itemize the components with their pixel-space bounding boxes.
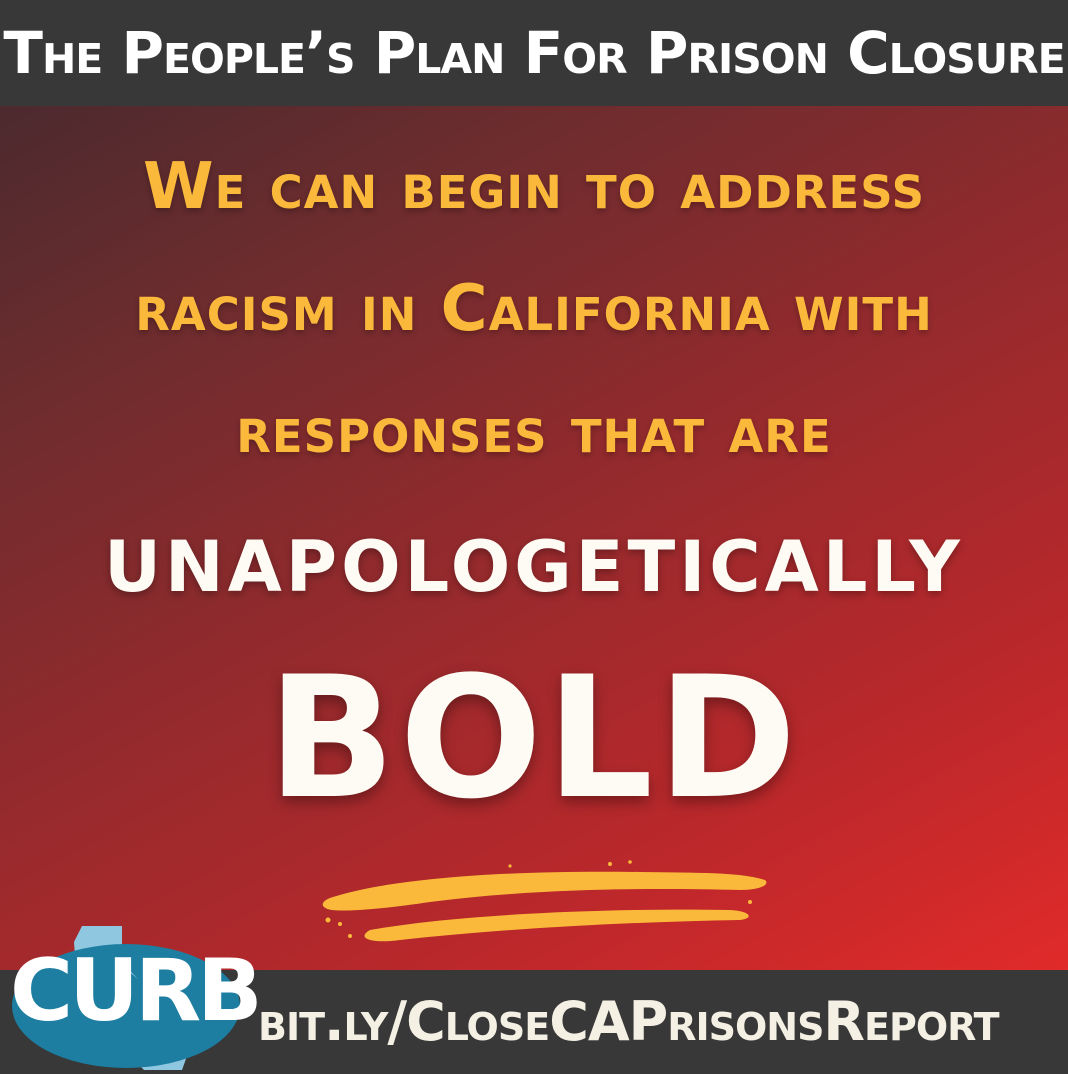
brush-stroke-underline-icon <box>322 860 767 942</box>
headline-line-1: We can begin to address <box>142 150 926 224</box>
curb-logo: CURB <box>10 922 263 1074</box>
header-title: The People’s Plan For Prison Closure <box>3 19 1065 87</box>
report-link[interactable]: bit.ly/CloseCAPrisonsReport <box>258 990 1000 1053</box>
curb-logo-text: CURB <box>10 941 263 1041</box>
headline-line-3: responses that are <box>236 394 832 468</box>
headline-line-2: racism in California with <box>135 272 933 346</box>
message-panel: We can begin to address racism in Califo… <box>0 106 1068 970</box>
bold-emphasis-word: BOLD <box>267 640 801 836</box>
headline-line-4: UNAPOLOGETICALLY <box>104 526 964 608</box>
header-bar: The People’s Plan For Prison Closure <box>0 0 1068 106</box>
